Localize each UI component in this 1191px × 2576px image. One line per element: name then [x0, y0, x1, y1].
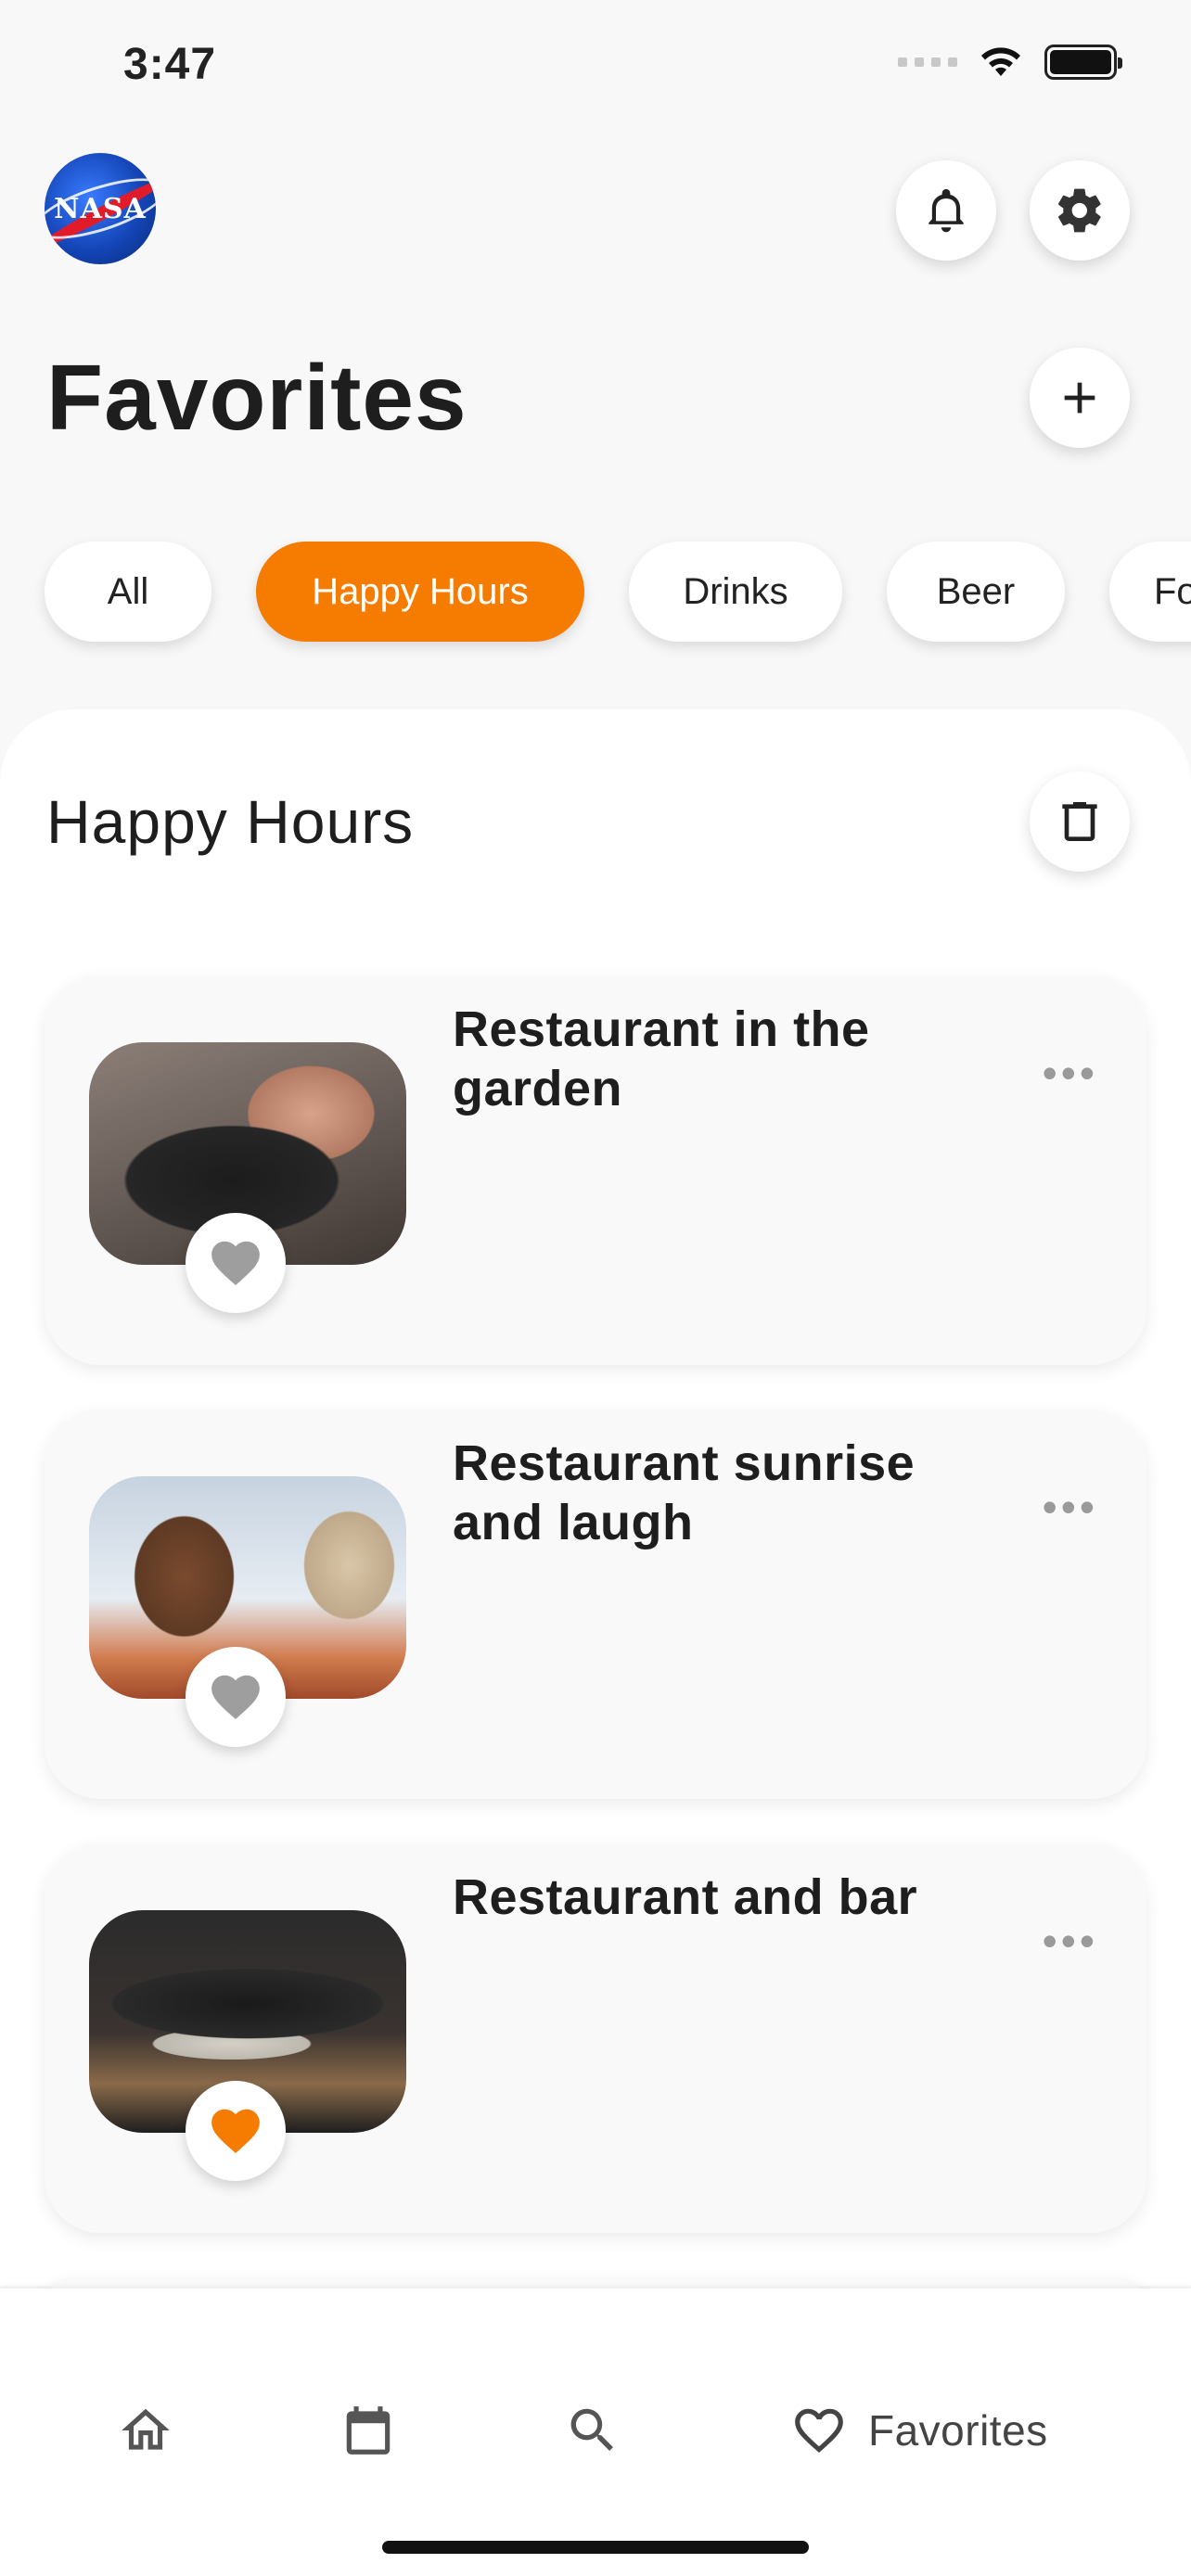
- gear-icon: [1058, 188, 1101, 233]
- heart-icon: [211, 2109, 260, 2154]
- delete-button[interactable]: [1030, 772, 1130, 872]
- nasa-logo[interactable]: NASA: [45, 153, 156, 264]
- nav-calendar[interactable]: [339, 2402, 397, 2459]
- favorite-toggle[interactable]: [186, 2081, 286, 2181]
- nav-favorites-label: Favorites: [868, 2406, 1048, 2455]
- chip-drinks[interactable]: Drinks: [629, 542, 842, 642]
- favorite-card[interactable]: Restaurant in the garden •••: [45, 976, 1146, 1365]
- search-icon: [570, 2408, 613, 2451]
- status-time: 3:47: [123, 40, 217, 89]
- favorite-toggle[interactable]: [186, 1213, 286, 1313]
- section-title: Happy Hours: [46, 787, 415, 856]
- filter-chips: All Happy Hours Drinks Beer Fo: [45, 542, 1191, 642]
- nav-search[interactable]: [564, 2402, 621, 2459]
- trash-icon: [1062, 802, 1097, 841]
- plus-icon: [1064, 382, 1095, 414]
- nav-favorites[interactable]: Favorites: [790, 2402, 1048, 2459]
- card-title: Restaurant and bar: [453, 1869, 918, 1925]
- home-indicator: [382, 2541, 809, 2554]
- bell-icon: [928, 188, 964, 233]
- status-icons: [898, 45, 1122, 80]
- card-title: Restaurant in the garden: [453, 1001, 870, 1116]
- heart-icon: [211, 1241, 260, 1286]
- favorite-toggle[interactable]: [186, 1647, 286, 1747]
- favorite-card[interactable]: Restaurant and bar •••: [45, 1843, 1146, 2233]
- settings-button[interactable]: [1030, 160, 1130, 261]
- cellular-signal-icon: [898, 57, 957, 67]
- nav-home[interactable]: [117, 2402, 174, 2459]
- logo-text: NASA: [54, 192, 147, 225]
- wifi-icon: [981, 47, 1020, 76]
- calendar-icon: [346, 2406, 391, 2455]
- battery-icon: [1044, 45, 1122, 80]
- notifications-button[interactable]: [896, 160, 996, 261]
- favorites-screen: 3:47 NASA Favorites All Happy Hours Drin…: [0, 0, 1191, 2576]
- page-title: Favorites: [46, 346, 467, 450]
- add-button[interactable]: [1030, 348, 1130, 448]
- card-title: Restaurant sunrise and laugh: [453, 1435, 916, 1550]
- home-icon: [122, 2408, 170, 2450]
- bottom-nav: Favorites: [0, 2289, 1191, 2576]
- more-options-icon[interactable]: •••: [1043, 1482, 1098, 1532]
- more-options-icon[interactable]: •••: [1043, 1916, 1098, 1966]
- more-options-icon[interactable]: •••: [1043, 1048, 1098, 1098]
- chip-food[interactable]: Fo: [1109, 542, 1191, 642]
- chip-all[interactable]: All: [45, 542, 211, 642]
- heart-icon: [211, 1675, 260, 1720]
- heart-outline-icon: [795, 2408, 843, 2454]
- chip-beer[interactable]: Beer: [887, 542, 1065, 642]
- chip-happy-hours[interactable]: Happy Hours: [256, 542, 584, 642]
- favorite-card[interactable]: Restaurant sunrise and laugh •••: [45, 1409, 1146, 1799]
